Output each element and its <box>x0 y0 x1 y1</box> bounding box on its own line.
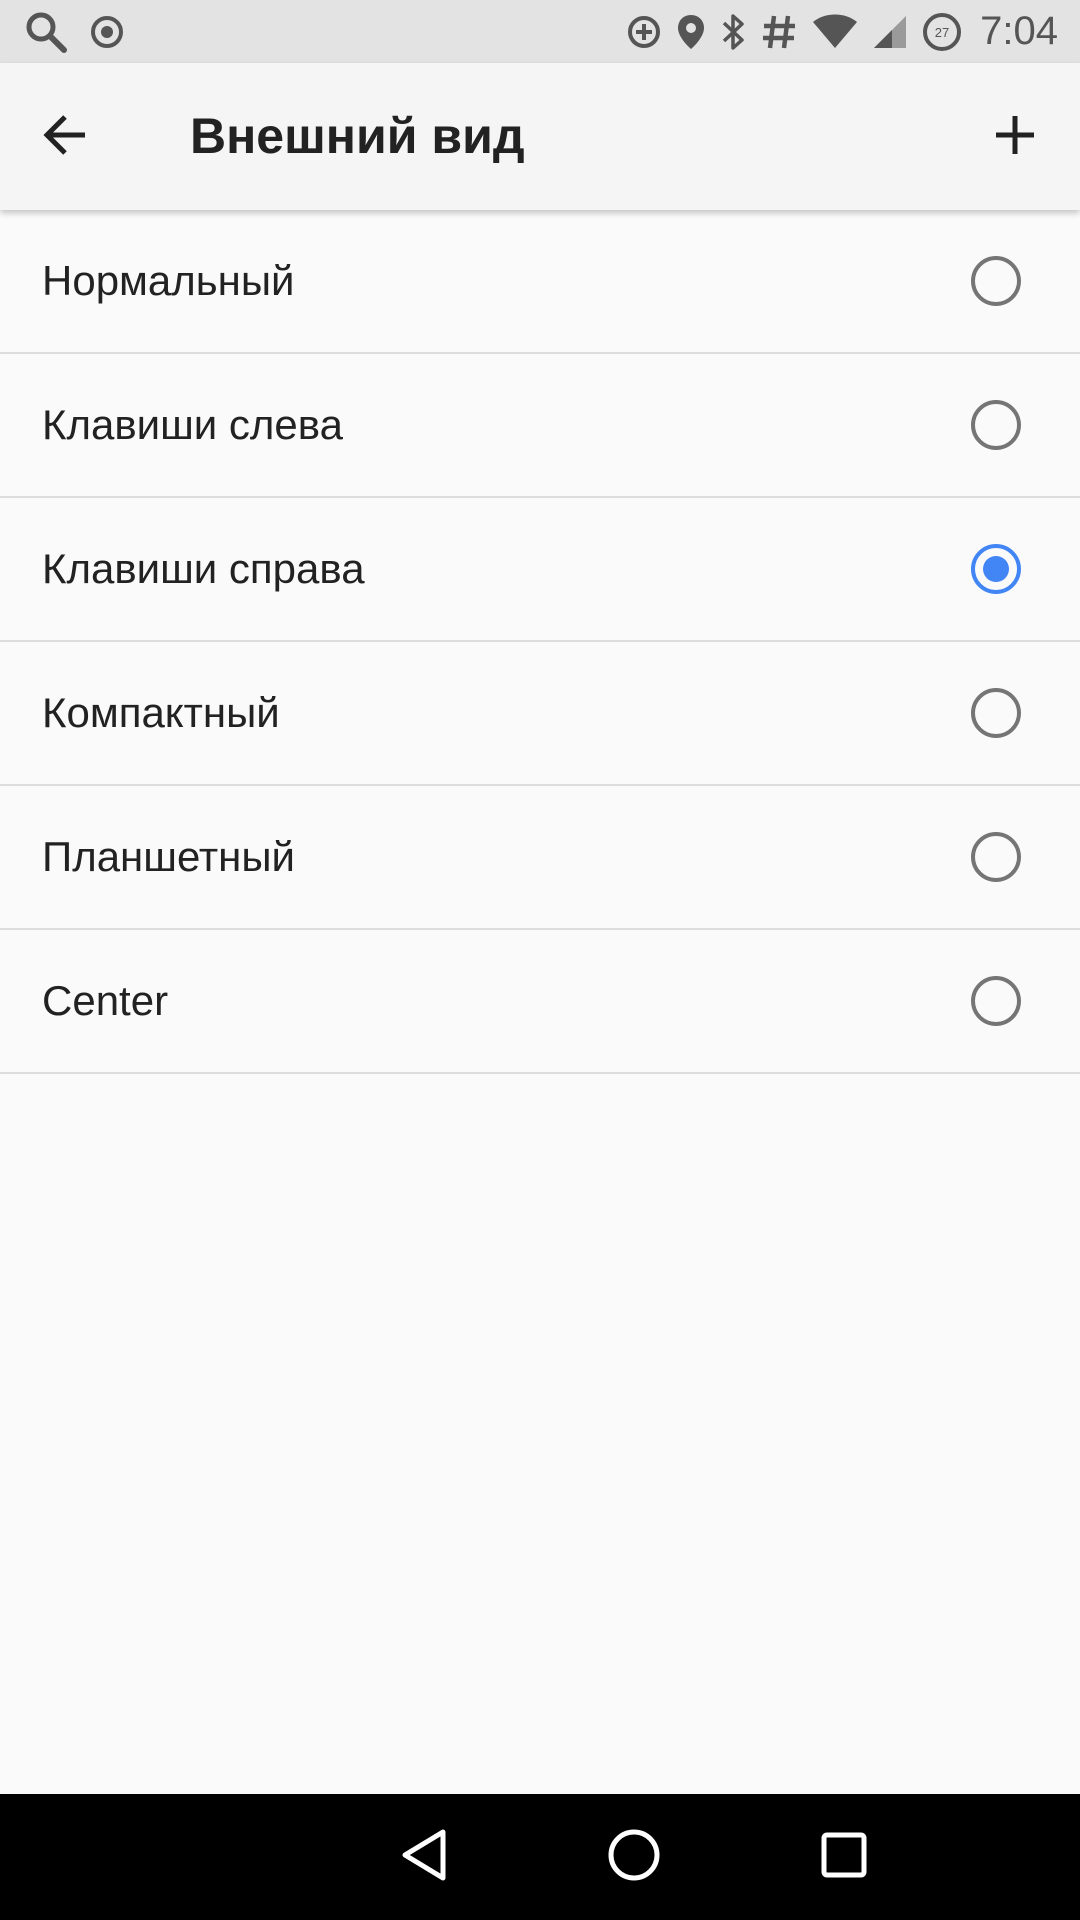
option-row-keys-right[interactable]: Клавиши справа <box>0 498 1080 642</box>
option-row-tablet[interactable]: Планшетный <box>0 786 1080 930</box>
radio-button-normal[interactable] <box>970 255 1022 307</box>
option-label: Center <box>42 977 169 1024</box>
option-label: Клавиши слева <box>42 401 343 448</box>
hash-icon <box>760 13 798 51</box>
radio-button-tablet[interactable] <box>970 831 1022 883</box>
radio-ring <box>971 976 1021 1026</box>
add-button[interactable] <box>980 102 1050 172</box>
battery-icon: 27 <box>922 12 962 52</box>
option-label: Планшетный <box>42 833 295 880</box>
signal-icon <box>872 14 908 50</box>
option-row-normal[interactable]: Нормальный <box>0 210 1080 354</box>
svg-text:27: 27 <box>935 25 949 40</box>
option-label: Клавиши справа <box>42 545 365 592</box>
radio-ring <box>971 832 1021 882</box>
radio-button-center[interactable] <box>970 975 1022 1027</box>
status-bar: 27 7:04 <box>0 0 1080 63</box>
back-button[interactable] <box>30 102 100 172</box>
option-label: Нормальный <box>42 257 295 304</box>
system-nav-bar <box>0 1794 1080 1920</box>
plus-icon <box>994 114 1036 161</box>
option-row-compact[interactable]: Компактный <box>0 642 1080 786</box>
back-triangle-icon <box>399 1828 449 1887</box>
bluetooth-icon <box>720 12 746 52</box>
radio-ring <box>971 400 1021 450</box>
nav-home-button[interactable] <box>594 1817 674 1897</box>
status-left-icons <box>24 0 124 63</box>
location-icon <box>676 13 706 51</box>
radio-dot <box>983 556 1009 582</box>
layout-options-list: Нормальный Клавиши слева Клавиши справа … <box>0 210 1080 1074</box>
radio-button-keys-right[interactable] <box>970 543 1022 595</box>
recents-square-icon <box>820 1831 868 1884</box>
radio-button-compact[interactable] <box>970 687 1022 739</box>
record-icon <box>90 15 124 49</box>
arrow-back-icon <box>41 111 89 164</box>
option-label: Компактный <box>42 689 280 736</box>
wifi-icon <box>812 14 858 50</box>
option-row-center[interactable]: Center <box>0 930 1080 1074</box>
status-time: 7:04 <box>980 9 1058 53</box>
search-icon <box>24 10 68 54</box>
app-bar: Внешний вид <box>0 63 1080 210</box>
page-title: Внешний вид <box>190 108 525 164</box>
status-right-icons: 27 7:04 <box>626 0 1058 63</box>
radio-button-keys-left[interactable] <box>970 399 1022 451</box>
radio-ring <box>971 688 1021 738</box>
home-circle-icon <box>607 1828 661 1887</box>
nav-back-button[interactable] <box>384 1817 464 1897</box>
data-saver-icon <box>626 14 662 50</box>
radio-ring <box>971 256 1021 306</box>
nav-recents-button[interactable] <box>804 1817 884 1897</box>
option-row-keys-left[interactable]: Клавиши слева <box>0 354 1080 498</box>
